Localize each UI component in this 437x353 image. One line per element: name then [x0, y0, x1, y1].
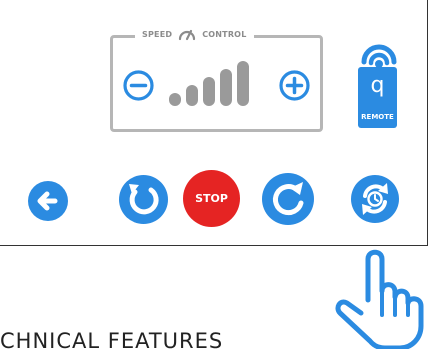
increase-speed-button[interactable] — [279, 70, 310, 101]
timer-cycle-button[interactable] — [350, 174, 400, 224]
speed-label: SPEED — [142, 29, 173, 39]
speed-level-bar — [186, 85, 198, 106]
rotate-right-icon — [262, 173, 314, 225]
timer-cycle-icon — [351, 175, 399, 223]
speed-level-bar — [220, 69, 232, 106]
rotate-right-button[interactable] — [261, 172, 315, 226]
back-button[interactable] — [27, 180, 69, 222]
speed-control-title: SPEED CONTROL — [135, 26, 254, 42]
plus-circle-icon — [279, 70, 310, 101]
decrease-speed-button[interactable] — [123, 70, 154, 101]
minus-circle-icon — [123, 70, 154, 101]
control-label: CONTROL — [202, 29, 247, 39]
wireless-signal-icon — [361, 44, 397, 68]
stop-button[interactable]: STOP — [183, 170, 240, 227]
rotate-left-button[interactable] — [118, 174, 169, 225]
speed-level-bars — [169, 61, 249, 106]
remote-device: q REMOTE — [358, 67, 397, 128]
remote-label: REMOTE — [361, 113, 394, 121]
hand-pointer-icon — [332, 242, 437, 351]
speedometer-icon — [178, 28, 196, 41]
speed-level-bar — [203, 77, 215, 106]
speed-level-bar — [169, 93, 181, 106]
technical-features-heading: CHNICAL FEATURES — [0, 329, 224, 349]
remote-letter: q — [370, 73, 385, 98]
rotate-left-icon — [119, 175, 168, 224]
remote-control-button[interactable]: q REMOTE — [355, 37, 403, 132]
speed-level-bar — [237, 61, 249, 106]
left-arrow-icon — [28, 181, 68, 221]
